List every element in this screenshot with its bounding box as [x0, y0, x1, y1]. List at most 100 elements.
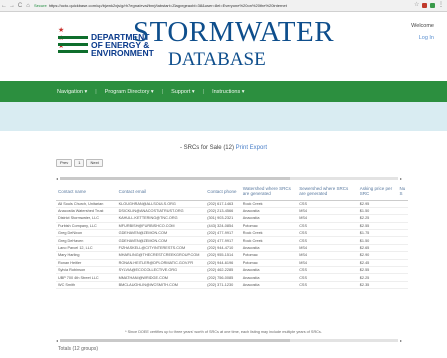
table-cell: GDEHAVEN@ZEMON.COM [116, 229, 206, 238]
table-row[interactable]: Greg DeHaven GDEHAVEN@ZEMON.COM (202) 477-… [56, 236, 408, 245]
browser-toolbar: ← → C ⌂ Secure https://octo.quickbase.co… [0, 0, 447, 12]
table-cell: (202) 462-2285 [205, 266, 241, 275]
table-cell: DSICKLIN@ANACOSTIATRUST.ORG [116, 207, 206, 216]
report-content: - SRCs for Sale (12) Print Export Prev 1… [0, 131, 447, 358]
forward-icon[interactable]: → [8, 3, 16, 9]
reload-icon[interactable]: C [16, 3, 24, 9]
table-cell: (202) 944-4710 [205, 244, 241, 253]
site-header: ★ ★ ★ DEPARTMENT OF ENERGY & ENVIRONMENT… [0, 12, 447, 81]
table-cell: Rock Creek [240, 236, 298, 245]
table-cell: CSS [297, 273, 358, 282]
nav-separator: | [202, 88, 205, 95]
table-cell: Mary Harling [56, 251, 117, 260]
srcs-table: Contact name Contact email Contact phone… [56, 183, 408, 290]
scroll-left-icon[interactable]: ◂ [56, 176, 58, 181]
horizontal-scrollbar[interactable]: ◂ ▸ [56, 175, 402, 181]
table-cell [397, 236, 408, 245]
column-header[interactable]: Asking price per SRC [357, 183, 398, 201]
scroll-thumb[interactable] [60, 338, 291, 342]
table-cell: $2.35 [357, 281, 398, 290]
table-row[interactable]: WC Smith BMCLAUGHLIN@WCSMITH.COM (202) 371… [56, 281, 408, 290]
table-cell: Lano Parcel 12, LLC [56, 244, 117, 253]
column-header[interactable]: Contact email [116, 183, 206, 201]
table-cell: Rock Creek [240, 200, 298, 208]
table-cell: MS4 [297, 251, 358, 260]
table-cell [397, 214, 408, 223]
table-cell: MS4 [297, 214, 358, 223]
scroll-right-icon[interactable]: ▸ [400, 176, 402, 181]
table-cell: BMCLAUGHLIN@WCSMITH.COM [116, 281, 206, 290]
column-header[interactable]: Contact phone [205, 183, 241, 201]
table-cell: Greg DeHaven [56, 236, 117, 245]
nav-navigation[interactable]: Navigation ▾ [57, 89, 87, 95]
table-cell [397, 273, 408, 282]
table-cell: UBP 700 4th Street LLC [56, 273, 117, 282]
column-header[interactable]: Watershed where SRCs are generated [240, 183, 298, 201]
table-cell: (301) 903-2321 [205, 214, 241, 223]
scroll-left-icon[interactable]: ◂ [56, 338, 58, 343]
table-cell: $2.25 [357, 214, 398, 223]
table-cell: Potomac [240, 222, 298, 231]
login-link[interactable]: Log In [411, 32, 434, 44]
table-cell: MS4 [297, 244, 358, 253]
column-header[interactable]: Nu S [397, 183, 408, 201]
table-row[interactable]: Mary Harling MHARLING@THECRESTCREEKGROUP.… [56, 251, 408, 260]
print-link[interactable]: Print [236, 145, 248, 151]
page-button[interactable]: 1 [74, 159, 85, 167]
table-header-row: Contact name Contact email Contact phone… [56, 183, 408, 201]
table-cell: Potomac [240, 259, 298, 268]
table-row[interactable]: Anacostia Watershed Trust DSICKLIN@ANACOS… [56, 207, 408, 216]
extension-icon[interactable] [430, 3, 435, 8]
scroll-track[interactable] [60, 338, 398, 342]
table-cell: CSS [297, 222, 358, 231]
export-link[interactable]: Export [250, 145, 267, 151]
extension-icon[interactable] [422, 3, 427, 8]
dept-line: ENVIRONMENT [91, 48, 154, 58]
table-row[interactable]: UBP 700 4th Street LLC MMATHANI@WRIDGE.CO… [56, 273, 408, 282]
table-cell: (443) 324-0854 [205, 222, 241, 231]
totals-row: Totals (12 groups) [58, 346, 99, 352]
table-row[interactable]: District Stormwater, LLC KAHULL.KETTERING… [56, 214, 408, 223]
table-cell: $2.65 [357, 244, 398, 253]
table-row[interactable]: Furbish Company, LLC MFURBISH@FURBISHCO.C… [56, 222, 408, 231]
table-cell: Rock Creek [240, 229, 298, 238]
next-button[interactable]: Next [86, 159, 103, 167]
table-cell: Greg DeNixon [56, 229, 117, 238]
nav-support[interactable]: Support ▾ [171, 89, 195, 95]
table-cell [397, 259, 408, 268]
column-header[interactable]: Contact name [56, 183, 117, 201]
table-cell [397, 251, 408, 260]
table-cell: $2.55 [357, 222, 398, 231]
column-header[interactable]: Sewershed where SRCs are generated [297, 183, 358, 201]
bookmark-star-icon[interactable]: ☆ [414, 2, 419, 8]
home-icon[interactable]: ⌂ [24, 3, 32, 9]
table-row[interactable]: Lano Parcel 12, LLC FIZHASKELL@CITYINTERE… [56, 244, 408, 253]
table-row[interactable]: Ronan Heitler RONAN.HEITLER@DPLORMATIC.GO… [56, 259, 408, 268]
footnote: * Since DOEE certifies up to three years… [125, 330, 322, 334]
report-title: - SRCs for Sale (12) Print Export [0, 145, 447, 151]
table-cell [397, 266, 408, 275]
scroll-track[interactable] [60, 176, 398, 180]
horizontal-scrollbar-bottom[interactable]: ◂ ▸ [56, 337, 402, 343]
table-row[interactable]: Greg DeNixon GDEHAVEN@ZEMON.COM (202) 477-… [56, 229, 408, 238]
prev-button[interactable]: Prev [56, 159, 73, 167]
table-cell: KAHULL.KETTERING@TNC.ORG [116, 214, 206, 223]
table-cell: (202) 477-9917 [205, 236, 241, 245]
nav-instructions[interactable]: Instructions ▾ [212, 89, 244, 95]
menu-dots-icon[interactable]: ⋮ [438, 2, 444, 8]
scroll-right-icon[interactable]: ▸ [400, 338, 402, 343]
table-cell [397, 281, 408, 290]
back-icon[interactable]: ← [0, 3, 8, 9]
scroll-thumb[interactable] [60, 176, 291, 180]
table-cell: Potomac [240, 251, 298, 260]
table-cell: Furbish Company, LLC [56, 222, 117, 231]
table-cell: CSS [297, 200, 358, 208]
nav-program-directory[interactable]: Program Directory ▾ [105, 89, 154, 95]
table-cell: MS4 [297, 207, 358, 216]
address-bar[interactable]: https://octo.quickbase.com/up/bjwnk2xjs/… [49, 3, 414, 8]
table-cell: Anacostia [240, 207, 298, 216]
table-row[interactable]: All Souls Church, Unitarian KLOUGHRAN@ALL… [56, 200, 408, 208]
table-row[interactable]: Sylvia Robinson SYLVIA@ECOCOLLECTIVE.ORG(… [56, 266, 408, 275]
table-cell: Sylvia Robinson [56, 266, 117, 275]
table-cell: CSS [297, 229, 358, 238]
